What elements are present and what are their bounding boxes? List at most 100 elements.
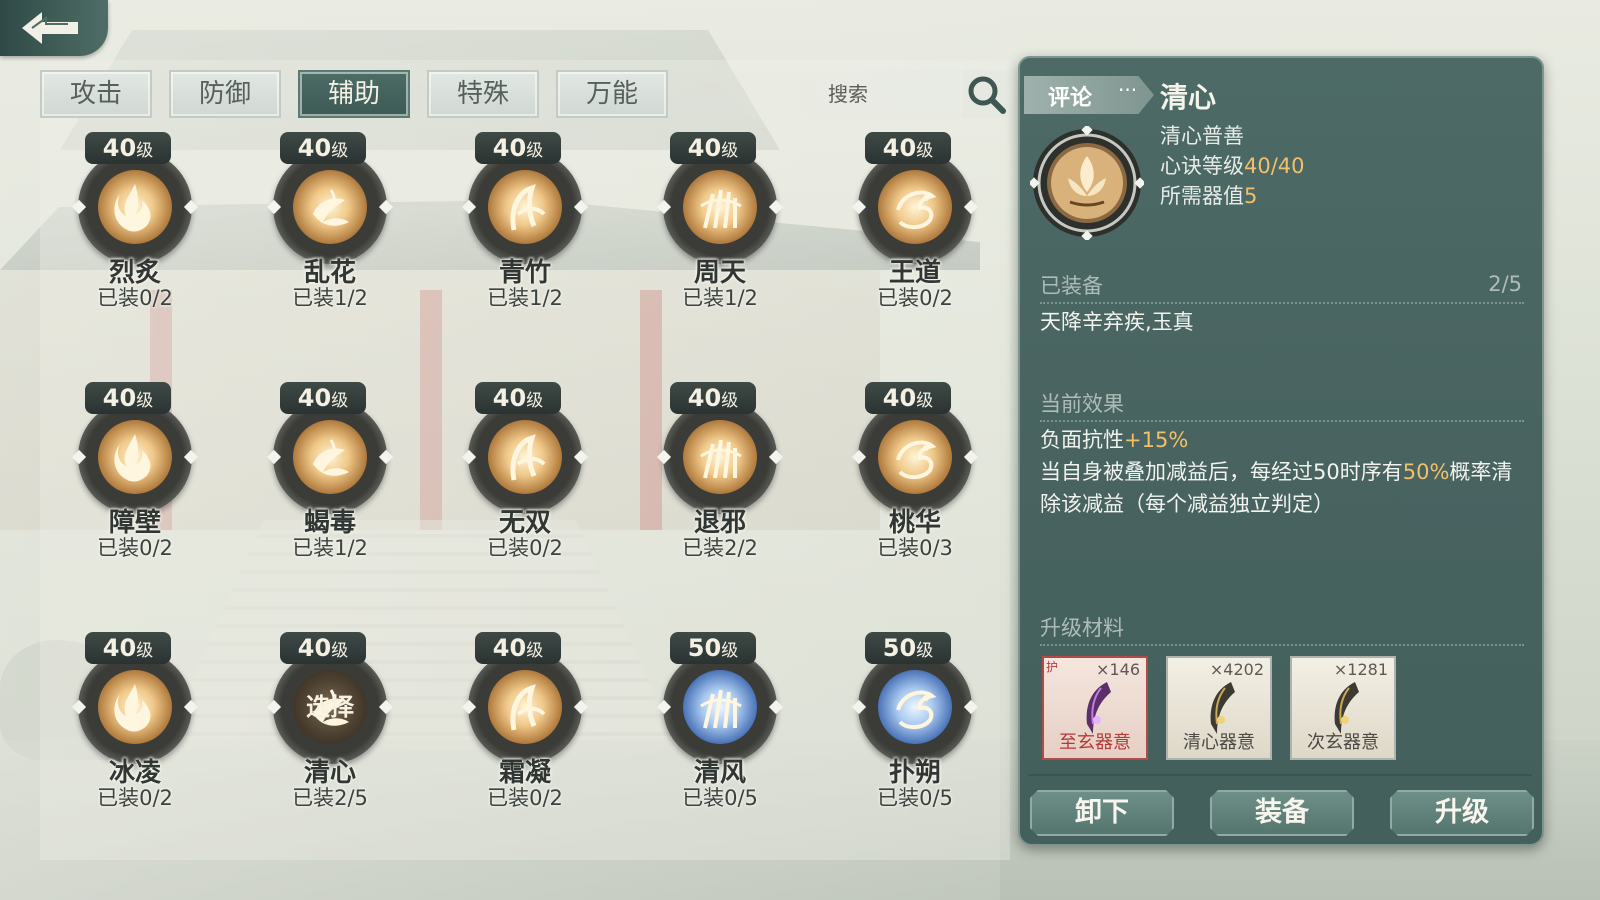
skill-card[interactable]: 40级 青竹 已装1/2 (445, 132, 605, 312)
tab-universal[interactable]: 万能 (556, 70, 668, 118)
material-name: 至玄器意 (1059, 732, 1131, 753)
skill-emblem-icon (293, 420, 367, 494)
skill-icon-frame (468, 650, 582, 764)
tab-defense[interactable]: 防御 (169, 70, 281, 118)
skill-emblem-icon (683, 670, 757, 744)
skill-level-badge: 50级 (670, 632, 756, 664)
back-button[interactable] (0, 0, 108, 56)
materials-section-title: 升级材料 (1040, 616, 1124, 640)
skill-icon-frame (78, 400, 192, 514)
skill-emblem-icon: 选择 (293, 670, 367, 744)
review-label: 评论 (1048, 86, 1093, 111)
skill-equipped-count: 已装1/2 (682, 286, 758, 310)
skill-emblem-icon (878, 170, 952, 244)
skill-equipped-count: 已装0/2 (97, 286, 173, 310)
cost-label: 所需器值 (1160, 184, 1244, 208)
review-button[interactable]: 评论 ··· (1024, 76, 1154, 114)
skill-icon-frame (858, 650, 972, 764)
skill-level-badge: 40级 (475, 132, 561, 164)
tab-special[interactable]: 特殊 (427, 70, 539, 118)
skill-emblem-icon (488, 670, 562, 744)
material-name: 次玄器意 (1307, 732, 1379, 753)
skill-card[interactable]: 40级 王道 已装0/2 (835, 132, 995, 312)
material-item[interactable]: ×1281 次玄器意 (1290, 656, 1396, 760)
skill-equipped-count: 已装2/5 (292, 786, 368, 810)
equip-button[interactable]: 装备 (1210, 790, 1354, 836)
skill-level-badge: 40级 (865, 382, 951, 414)
detail-title: 清心 (1160, 81, 1217, 114)
material-item[interactable]: ×4202 清心器意 (1166, 656, 1272, 760)
skill-card[interactable]: 40级 桃华 已装0/3 (835, 382, 995, 562)
skill-card[interactable]: 40级 无双 已装0/2 (445, 382, 605, 562)
skill-icon-frame (273, 400, 387, 514)
level-value: 40/40 (1244, 154, 1305, 178)
skill-equipped-count: 已装0/3 (877, 536, 953, 560)
material-quantity: ×146 (1096, 660, 1140, 679)
skill-emblem-icon (683, 420, 757, 494)
skill-icon-frame (663, 400, 777, 514)
back-arrow-icon (22, 12, 78, 44)
skill-equipped-count: 已装0/5 (682, 786, 758, 810)
skill-level-badge: 40级 (280, 632, 366, 664)
skill-cost-row: 所需器值5 (1160, 180, 1257, 210)
upgrade-button[interactable]: 升级 (1390, 790, 1534, 836)
skill-emblem-icon (683, 170, 757, 244)
unequip-button[interactable]: 卸下 (1030, 790, 1174, 836)
lotus-icon (1028, 124, 1146, 242)
search-button[interactable] (962, 70, 1010, 118)
search-box (718, 70, 960, 118)
skill-card[interactable]: 40级 周天 已装1/2 (640, 132, 800, 312)
skill-card[interactable]: 50级 扑朔 已装0/5 (835, 632, 995, 812)
skill-equipped-count: 已装0/2 (97, 786, 173, 810)
tab-attack[interactable]: 攻击 (40, 70, 152, 118)
skill-card[interactable]: 40级 霜凝 已装0/2 (445, 632, 605, 812)
equipped-count: 2/5 (1488, 272, 1522, 296)
search-input[interactable] (718, 70, 960, 118)
selected-skill-icon (1028, 124, 1146, 242)
skill-equipped-count: 已装1/2 (292, 286, 368, 310)
skill-equipped-count: 已装2/2 (682, 536, 758, 560)
skill-emblem-icon (98, 420, 172, 494)
skill-level-badge: 50级 (865, 632, 951, 664)
more-icon: ··· (1118, 78, 1138, 102)
skill-level-row: 心诀等级40/40 (1160, 150, 1305, 180)
skill-card[interactable]: 40级 蝎毒 已装1/2 (250, 382, 410, 562)
skill-equipped-count: 已装0/2 (97, 536, 173, 560)
skill-equipped-count: 已装1/2 (292, 536, 368, 560)
skill-card[interactable]: 40级 障壁 已装0/2 (55, 382, 215, 562)
material-quantity: ×1281 (1333, 660, 1388, 679)
skill-icon-frame (858, 150, 972, 264)
rarity-corner-mark: 护 (1046, 660, 1059, 674)
skill-level-badge: 40级 (670, 132, 756, 164)
equipped-section-title: 已装备 (1040, 274, 1103, 298)
skill-emblem-icon (98, 170, 172, 244)
skill-icon-frame (468, 400, 582, 514)
skill-icon-frame (468, 150, 582, 264)
skill-level-badge: 40级 (475, 632, 561, 664)
skill-icon-frame (78, 650, 192, 764)
skill-level-badge: 40级 (280, 132, 366, 164)
skill-card[interactable]: 40级 退邪 已装2/2 (640, 382, 800, 562)
equipped-list: 天降辛弃疾,玉真 (1040, 310, 1194, 334)
skill-equipped-count: 已装0/2 (877, 286, 953, 310)
skill-card[interactable]: 40级 冰凌 已装0/2 (55, 632, 215, 812)
effect-section-title: 当前效果 (1040, 392, 1124, 416)
skill-card[interactable]: 选择 40级 清心 已装2/5 (250, 632, 410, 812)
skill-card[interactable]: 40级 乱花 已装1/2 (250, 132, 410, 312)
skill-emblem-icon (878, 670, 952, 744)
search-icon (968, 76, 1006, 114)
skill-card[interactable]: 40级 烈炙 已装0/2 (55, 132, 215, 312)
tab-support[interactable]: 辅助 (298, 70, 410, 118)
skill-equipped-count: 已装1/2 (487, 286, 563, 310)
material-name: 清心器意 (1183, 732, 1255, 753)
skill-level-badge: 40级 (85, 632, 171, 664)
skill-icon-frame (858, 400, 972, 514)
material-item[interactable]: ×146 至玄器意 护 (1042, 656, 1148, 760)
skill-equipped-count: 已装0/2 (487, 786, 563, 810)
cost-value: 5 (1244, 184, 1258, 208)
skill-level-badge: 40级 (670, 382, 756, 414)
effect-description: 负面抗性+15% 当自身被叠加减益后，每经过50时序有50%概率清除该减益（每个… (1040, 428, 1513, 516)
skill-card[interactable]: 50级 清风 已装0/5 (640, 632, 800, 812)
skill-level-badge: 40级 (280, 382, 366, 414)
skill-icon-frame (78, 150, 192, 264)
